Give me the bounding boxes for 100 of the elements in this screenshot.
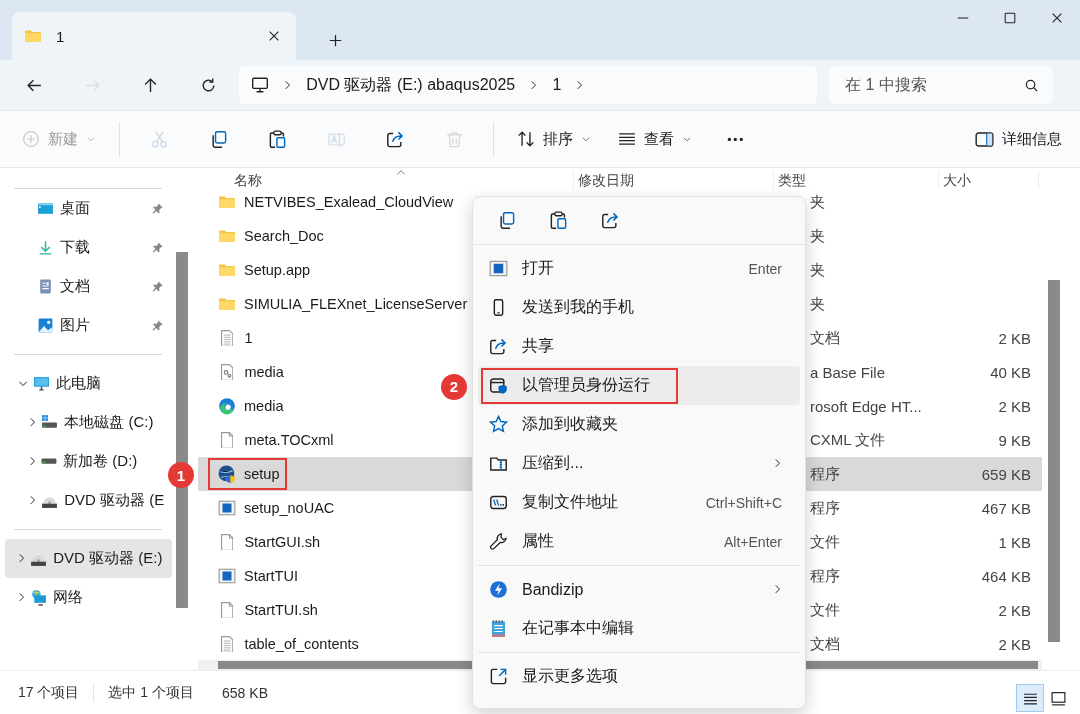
file-name: StartTUI — [244, 568, 298, 584]
document-icon — [37, 278, 54, 295]
step-badge: 1 — [168, 462, 194, 488]
menu-item[interactable]: 显示更多选项 — [478, 657, 800, 696]
chevron-icon — [577, 80, 583, 90]
menu-item[interactable]: 属性 Alt+Enter — [478, 522, 800, 561]
file-item[interactable]: media — [218, 392, 286, 420]
file-name: 1 — [244, 330, 253, 346]
file-type: CXML 文件 — [810, 430, 887, 450]
file-item[interactable]: StartGUI.sh — [218, 528, 323, 556]
scrollbar-thumb[interactable] — [1048, 280, 1060, 642]
file-size: 9 KB — [997, 431, 1032, 449]
file-name: table_of_contents — [244, 636, 359, 652]
file-type: 程序 — [810, 498, 841, 518]
breadcrumb[interactable]: DVD 驱动器 (E:) abaqus2025 — [306, 74, 516, 96]
application-icon — [218, 567, 236, 585]
file-item[interactable]: Search_Doc — [218, 222, 326, 250]
menu-item[interactable]: 共享 — [478, 327, 800, 366]
search-box[interactable]: 在 1 中搜索 — [829, 66, 1053, 104]
file-item[interactable]: SIMULIA_FLEXnet_LicenseServer — [218, 290, 470, 318]
close-icon[interactable] — [267, 29, 281, 43]
menu-item[interactable]: 复制文件地址 Ctrl+Shift+C — [478, 483, 800, 522]
shield-icon — [489, 376, 508, 395]
file-type: 程序 — [810, 464, 841, 484]
file-item[interactable]: StartTUI — [218, 562, 300, 590]
sidebar-item[interactable]: 下载 — [5, 228, 172, 267]
tab[interactable]: 1 — [12, 12, 296, 60]
search-field[interactable]: 在 1 中搜索 — [845, 73, 1024, 97]
menu-label: 共享 — [522, 336, 554, 356]
zip-folder-icon — [489, 454, 508, 473]
sidebar-item[interactable]: DVD 驱动器 (E:) — [5, 539, 172, 578]
sidebar-item[interactable]: 本地磁盘 (C:) — [5, 403, 172, 442]
file-item[interactable]: Setup.app — [218, 256, 313, 284]
menu-label: 添加到收藏夹 — [522, 414, 618, 434]
file-item[interactable]: NETVIBES_Exalead_CloudView — [218, 188, 456, 216]
file-item[interactable]: table_of_contents — [218, 630, 361, 658]
menu-item[interactable]: 打开 Enter — [478, 249, 800, 288]
file-item[interactable]: StartTUI.sh — [218, 596, 320, 624]
file-name: setup — [244, 466, 280, 482]
sidebar-item[interactable]: 网络 — [5, 578, 172, 617]
sort-menu-button[interactable]: 排序 — [509, 119, 599, 159]
maximize-icon[interactable] — [1002, 11, 1017, 25]
sidebar-item[interactable]: 文档 — [5, 267, 172, 306]
file-type: 程序 — [810, 566, 841, 586]
column-header[interactable]: 修改日期 — [574, 171, 774, 189]
folder-icon — [24, 27, 42, 45]
column-header[interactable]: 大小 — [939, 171, 1039, 189]
menu-label: 属性 — [522, 531, 554, 551]
file-size: 2 KB — [997, 329, 1032, 347]
menu-label: 复制文件地址 — [522, 492, 618, 512]
file-name: StartTUI.sh — [244, 602, 318, 618]
details-button[interactable]: 详细信息 — [967, 119, 1070, 159]
breadcrumb[interactable]: 1 — [552, 76, 562, 94]
menu-item[interactable]: 以管理员身份运行 — [478, 366, 800, 405]
file-icon — [221, 431, 234, 449]
installer-icon — [218, 465, 236, 483]
menu-item[interactable]: 发送到我的手机 — [478, 288, 800, 327]
menu-item[interactable]: 压缩到... — [478, 444, 800, 483]
menu-item[interactable]: Bandizip — [478, 570, 800, 609]
menu-label: 以管理员身份运行 — [522, 375, 650, 395]
chevron-icon — [19, 593, 25, 602]
application-icon — [218, 499, 236, 517]
shortcut-text: Enter — [748, 260, 783, 277]
folder-icon — [218, 193, 236, 211]
folder-icon — [218, 295, 236, 313]
file-item[interactable]: setup — [218, 460, 280, 488]
sidebar-item[interactable]: 桌面 — [5, 189, 172, 228]
file-type: a Base File — [810, 363, 887, 381]
chevron-icon — [19, 380, 28, 387]
view-menu-button[interactable]: 查看 — [610, 119, 700, 159]
file-size: 2 KB — [997, 601, 1032, 619]
notepad-icon — [489, 619, 508, 638]
file-item[interactable]: setup_noUAC — [218, 494, 337, 522]
caret-icon — [581, 134, 591, 144]
column-header[interactable]: 名称 — [198, 171, 574, 189]
drive-icon — [41, 414, 59, 431]
sidebar-item[interactable]: 图片 — [5, 306, 172, 345]
scrollbar-thumb[interactable] — [176, 252, 188, 608]
file-item[interactable]: meta.TOCxml — [218, 426, 336, 454]
file-item[interactable]: media — [218, 358, 286, 386]
file-size: 464 KB — [980, 567, 1032, 585]
file-size: 2 KB — [997, 397, 1032, 415]
sidebar-item[interactable]: 此电脑 — [5, 364, 172, 403]
file-item[interactable]: 1 — [218, 324, 255, 352]
file-type: 夹 — [810, 294, 826, 314]
text-file-icon — [221, 329, 234, 347]
new-tab-icon[interactable] — [328, 33, 343, 48]
chevron-icon — [30, 418, 36, 427]
menu-item[interactable]: 添加到收藏夹 — [478, 405, 800, 444]
folder-icon — [218, 261, 236, 279]
new-icon — [22, 130, 40, 148]
file-name: StartGUI.sh — [244, 534, 321, 550]
caret-icon — [86, 134, 96, 144]
menu-item[interactable]: 在记事本中编辑 — [478, 609, 800, 648]
details-view-button[interactable] — [1016, 684, 1044, 712]
shortcut-text: Ctrl+Shift+C — [705, 494, 783, 511]
file-size: 2 KB — [997, 635, 1032, 653]
column-header[interactable]: 类型 — [774, 171, 939, 189]
address-bar[interactable]: DVD 驱动器 (E:) abaqus2025 1 — [239, 66, 817, 104]
file-name: setup_noUAC — [244, 500, 335, 516]
